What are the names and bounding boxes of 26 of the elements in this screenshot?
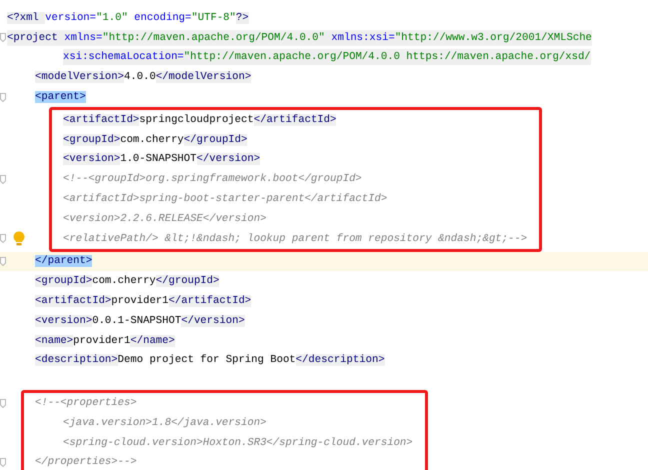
code-line: <java.version>1.8</java.version> <box>63 416 266 431</box>
code-line: <spring-cloud.version>Hoxton.SR3</spring-cloud.version> <box>63 436 413 451</box>
code-line: <groupId>com.cherry</groupId> <box>35 274 220 290</box>
code-line: <artifactId>provider1</artifactId> <box>35 294 252 310</box>
code-line: <?xml version="1.0" encoding="UTF-8"?> <box>7 10 249 26</box>
code-line: </properties>--> <box>35 455 137 470</box>
fold-icon[interactable] <box>0 458 6 467</box>
code-line: <!--<properties> <box>35 396 137 412</box>
code-line: <description>Demo project for Spring Boot</description> <box>35 353 385 368</box>
code-line: <artifactId>springcloudproject</artifactId> <box>63 112 336 128</box>
fold-icon[interactable] <box>0 92 6 102</box>
code-line: <name>provider1</name> <box>35 334 175 349</box>
code-line: <modelVersion>4.0.0</modelVersion> <box>35 70 252 86</box>
fold-icon[interactable] <box>0 174 6 184</box>
code-line: <artifactId>spring-boot-starter-parent</artifactId> <box>63 192 388 208</box>
code-line: <!--<groupId>org.springframework.boot</groupId> <box>63 172 362 188</box>
code-line: <relativePath/> &lt;!&ndash; lookup parent from repository &ndash;&gt;--> <box>63 232 528 247</box>
code-line: <version>2.2.6.RELEASE</version> <box>63 212 266 227</box>
code-line: <version>1.0-SNAPSHOT</version> <box>63 152 260 168</box>
code-line: <groupId>com.cherry</groupId> <box>63 132 248 148</box>
fold-icon[interactable] <box>0 398 6 408</box>
fold-icon[interactable] <box>0 234 6 244</box>
fold-icon[interactable] <box>0 33 6 42</box>
code-line: <version>0.0.1-SNAPSHOT</version> <box>35 314 245 329</box>
fold-icon[interactable] <box>0 256 6 266</box>
lightbulb-icon[interactable] <box>13 231 25 246</box>
